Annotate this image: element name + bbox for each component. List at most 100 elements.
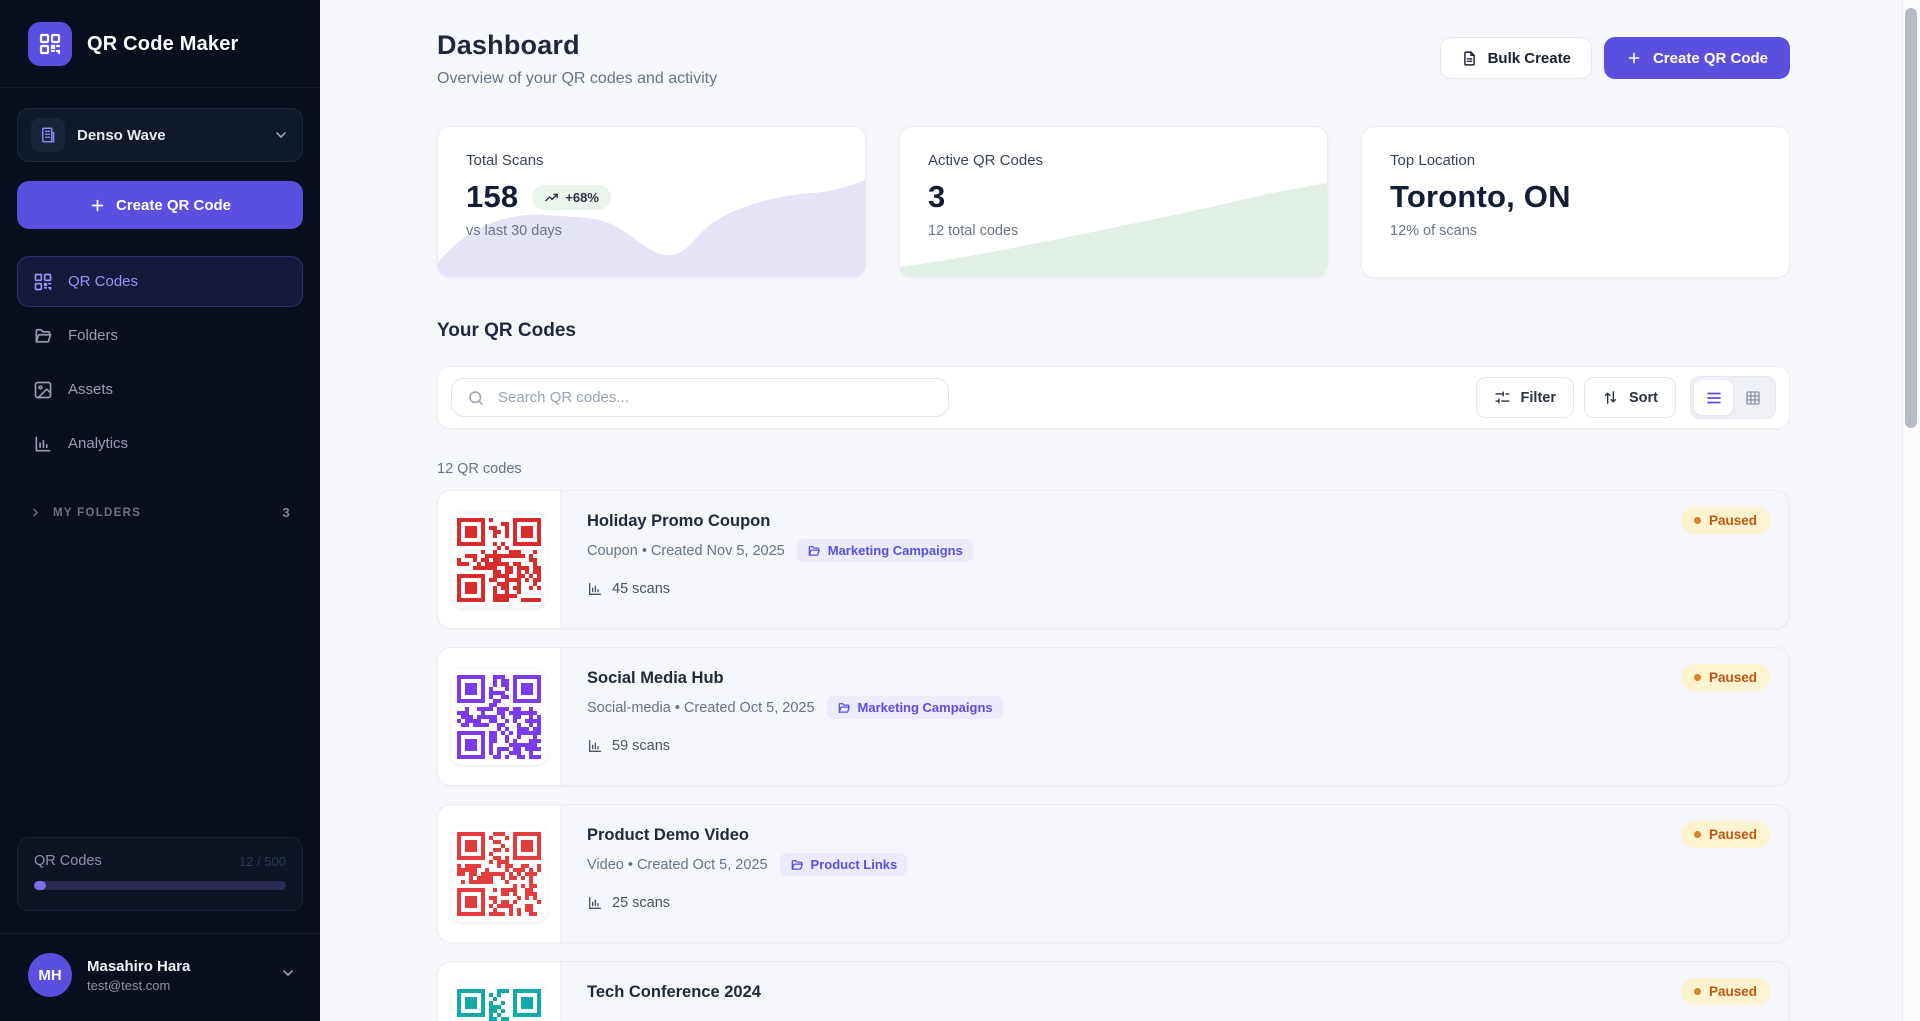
- qr-item-row[interactable]: Social Media Hub Social-media • Created …: [437, 647, 1790, 786]
- status-dot: [1694, 517, 1701, 524]
- status-dot: [1694, 988, 1701, 995]
- sidebar: QR Code Maker Denso Wave Create QR Code: [0, 0, 320, 1021]
- app-window: QR Code Maker Denso Wave Create QR Code: [0, 0, 1920, 1021]
- user-name: Masahiro Hara: [87, 958, 190, 975]
- list-view-button[interactable]: [1694, 380, 1733, 415]
- qr-item-name: Product Demo Video: [587, 826, 1763, 845]
- workspace-selector[interactable]: Denso Wave: [17, 108, 303, 162]
- status-badge: Paused: [1681, 507, 1770, 534]
- my-folders-toggle[interactable]: MY FOLDERS 3: [17, 505, 303, 520]
- qr-item-scans: 25 scans: [587, 895, 1763, 911]
- building-icon: [31, 118, 65, 152]
- qr-item-scans: 45 scans: [587, 581, 1763, 597]
- list-icon: [1705, 389, 1723, 407]
- qr-item-name: Tech Conference 2024: [587, 983, 1763, 1002]
- stat-value: 3: [928, 179, 945, 215]
- folder-icon: [790, 858, 804, 872]
- filter-button[interactable]: Filter: [1476, 377, 1574, 418]
- scrollbar-thumb[interactable]: [1905, 8, 1917, 428]
- user-email: test@test.com: [87, 978, 190, 993]
- create-qr-code-button[interactable]: Create QR Code: [1604, 37, 1790, 79]
- stat-label: Total Scans: [466, 152, 837, 169]
- sliders-icon: [1494, 389, 1511, 406]
- stat-value: Toronto, ON: [1390, 179, 1571, 215]
- trend-badge: +68%: [532, 185, 611, 210]
- sort-label: Sort: [1629, 390, 1658, 406]
- bar-chart-icon: [587, 581, 603, 597]
- image-icon: [33, 380, 53, 400]
- bar-chart-icon: [587, 738, 603, 754]
- qr-item-scans: 59 scans: [587, 738, 1763, 754]
- qr-thumbnail: [438, 962, 561, 1021]
- qr-item-folder-chip[interactable]: Marketing Campaigns: [797, 539, 973, 562]
- sidebar-item-qr-codes[interactable]: QR Codes: [17, 256, 303, 307]
- workspace-name: Denso Wave: [77, 127, 166, 144]
- qr-codes-toolbar: Filter Sort: [437, 366, 1790, 429]
- sidebar-create-qr-label: Create QR Code: [116, 197, 231, 214]
- sidebar-create-qr-button[interactable]: Create QR Code: [17, 181, 303, 229]
- qr-thumbnail: [438, 491, 561, 628]
- qr-item-meta: Coupon • Created Nov 5, 2025: [587, 543, 785, 559]
- qr-code-image: [457, 675, 541, 759]
- qr-item-meta: Social-media • Created Oct 5, 2025: [587, 700, 815, 716]
- my-folders-count: 3: [282, 505, 291, 520]
- bulk-create-button[interactable]: Bulk Create: [1440, 37, 1592, 79]
- create-qr-code-label: Create QR Code: [1653, 50, 1768, 67]
- trending-up-icon: [544, 190, 559, 205]
- sort-arrows-icon: [1602, 389, 1619, 406]
- usage-progress-fill: [34, 881, 46, 890]
- stat-label: Top Location: [1390, 152, 1761, 169]
- grid-view-button[interactable]: [1733, 380, 1772, 415]
- bar-chart-icon: [33, 434, 53, 454]
- qr-item-folder-chip[interactable]: Marketing Campaigns: [827, 696, 1003, 719]
- app-logo-icon: [28, 22, 72, 66]
- view-toggle: [1690, 376, 1776, 419]
- status-badge: Paused: [1681, 821, 1770, 848]
- plus-icon: [89, 197, 106, 214]
- stat-card-total-scans: Total Scans 158 +68% vs last 30 days: [437, 126, 866, 278]
- user-menu[interactable]: MH Masahiro Hara test@test.com: [0, 933, 320, 1021]
- plus-icon: [1626, 50, 1642, 66]
- stat-card-top-location: Top Location Toronto, ON 12% of scans: [1361, 126, 1790, 278]
- qr-item-row[interactable]: Tech Conference 2024 P: [437, 961, 1790, 1021]
- qr-code-image: [457, 518, 541, 602]
- chevron-right-icon: [29, 506, 42, 519]
- sidebar-item-folders[interactable]: Folders: [17, 310, 303, 361]
- page-title: Dashboard: [437, 30, 717, 61]
- usage-value: 12 / 500: [239, 854, 286, 869]
- sort-button[interactable]: Sort: [1584, 377, 1676, 418]
- search-input[interactable]: [451, 378, 949, 417]
- chevron-down-icon: [273, 127, 289, 143]
- qr-item-row[interactable]: Product Demo Video Video • Created Oct 5…: [437, 804, 1790, 943]
- sidebar-item-assets[interactable]: Assets: [17, 364, 303, 415]
- stat-value: 158: [466, 179, 518, 215]
- qr-item-row[interactable]: Holiday Promo Coupon Coupon • Created No…: [437, 490, 1790, 629]
- sidebar-item-label: Assets: [68, 381, 113, 398]
- usage-progress-track: [34, 881, 286, 890]
- qr-item-meta: Video • Created Oct 5, 2025: [587, 857, 768, 873]
- qr-thumbnail: [438, 805, 561, 942]
- app-logo-row: QR Code Maker: [0, 0, 320, 88]
- sidebar-item-label: Folders: [68, 327, 118, 344]
- file-icon: [1461, 50, 1478, 67]
- qr-thumbnail: [438, 648, 561, 785]
- folder-icon: [33, 326, 53, 346]
- scrollbar-track[interactable]: [1902, 0, 1920, 1021]
- stat-card-active-codes: Active QR Codes 3 12 total codes: [899, 126, 1328, 278]
- stats-grid: Total Scans 158 +68% vs last 30 days Act…: [437, 126, 1790, 278]
- avatar: MH: [28, 953, 72, 997]
- app-title: QR Code Maker: [87, 33, 239, 56]
- qr-item-name: Holiday Promo Coupon: [587, 512, 1763, 531]
- filter-label: Filter: [1521, 390, 1556, 406]
- page-subtitle: Overview of your QR codes and activity: [437, 70, 717, 88]
- stat-sub: vs last 30 days: [466, 223, 837, 239]
- my-folders-label: MY FOLDERS: [53, 507, 141, 519]
- usage-card: QR Codes 12 / 500: [17, 837, 303, 911]
- qr-item-folder-chip[interactable]: Product Links: [780, 853, 908, 876]
- stat-label: Active QR Codes: [928, 152, 1299, 169]
- sidebar-nav: QR Codes Folders Assets Analytics: [17, 256, 303, 469]
- chevron-down-icon: [280, 965, 296, 986]
- qr-code-icon: [33, 272, 53, 292]
- qr-code-image: [457, 832, 541, 916]
- sidebar-item-analytics[interactable]: Analytics: [17, 418, 303, 469]
